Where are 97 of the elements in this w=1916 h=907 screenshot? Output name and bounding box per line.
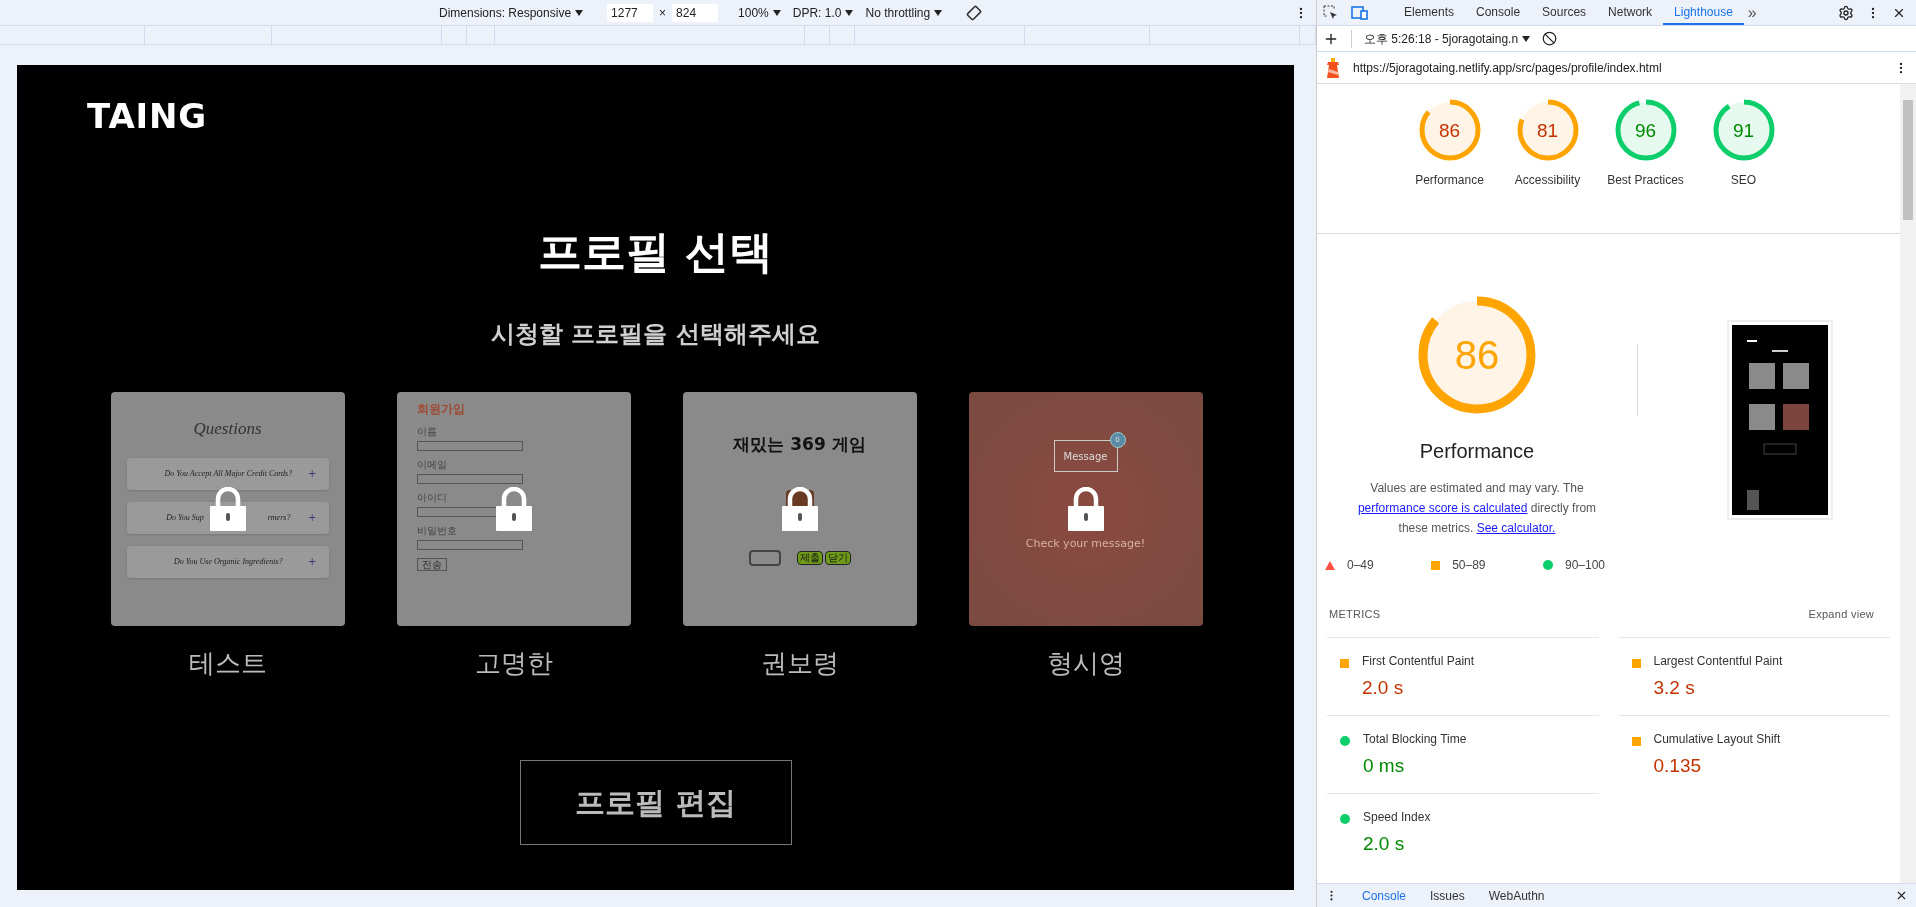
score-label: Accessibility	[1513, 172, 1582, 189]
clear-icon[interactable]	[1542, 31, 1558, 46]
profile-card[interactable]: Questions Do You Accept All Major Credit Cards? + Do You Sup rmers? + Do You Use Organic Ingredients? +	[110, 392, 345, 626]
legend-label: 50–89	[1452, 557, 1486, 574]
device-toolbar-icon[interactable]	[1351, 4, 1369, 21]
caret-icon	[845, 9, 854, 16]
profile-card[interactable]: 재밌는 369 게임 제출 닫기	[682, 392, 917, 626]
question-text: Do You Use Organic Ingredients?	[174, 555, 283, 568]
metric-name: First Contentful Paint	[1362, 652, 1475, 670]
page-subtitle: 시청할 프로필을 선택해주세요	[491, 319, 820, 350]
scrollbar[interactable]	[1900, 84, 1916, 883]
legend-label: 0–49	[1347, 557, 1374, 574]
lock-icon	[1067, 487, 1104, 531]
metric-name: Largest Contentful Paint	[1653, 652, 1783, 670]
metric-name: Speed Index	[1363, 808, 1431, 826]
settings-icon[interactable]	[1838, 4, 1854, 21]
score-value: 86	[1438, 120, 1461, 140]
metric-value: 0 ms	[1363, 753, 1406, 778]
drawer-tab[interactable]: Issues	[1430, 886, 1465, 905]
plus-sign: +	[308, 555, 317, 569]
question-text: rmers?	[267, 511, 291, 524]
plus-sign: +	[308, 467, 317, 481]
metric-value: 2.0 s	[1363, 831, 1406, 856]
metric-value: 0.135	[1653, 753, 1703, 778]
caret-icon	[1522, 35, 1531, 42]
lock-icon	[781, 487, 818, 531]
lighthouse-icon	[1325, 56, 1341, 79]
times-sign: ×	[659, 4, 667, 22]
score-value: 81	[1536, 120, 1559, 140]
height-field[interactable]: 824	[672, 3, 719, 22]
message-text: Check your message!	[1025, 536, 1146, 552]
devtools-tab[interactable]: Sources	[1531, 0, 1598, 25]
input-field	[748, 549, 781, 566]
score-gauge	[1417, 98, 1482, 162]
metric-value: 3.2 s	[1653, 675, 1696, 700]
logo: TAING	[87, 99, 208, 133]
caret-icon	[934, 9, 943, 16]
score-note: Values are estimated and may vary. The performance score is calculated directly from these metrics. See calculator.	[1356, 480, 1598, 537]
score-value: 96	[1634, 120, 1657, 140]
question-text: Do You Accept All Major Credit Cards?	[164, 467, 293, 480]
game-button: 닫기	[824, 550, 851, 565]
close-icon[interactable]	[1895, 889, 1908, 902]
caret-icon	[575, 9, 584, 16]
submit-button: 전송	[416, 558, 447, 571]
score-label: Performance	[1414, 172, 1485, 189]
zoom-dropdown[interactable]: 100%	[738, 3, 781, 22]
throttling-dropdown[interactable]: No throttling	[865, 3, 943, 22]
field-label: 비밀번호	[416, 525, 458, 536]
lock-icon	[209, 487, 246, 531]
more-tabs-button[interactable]: »	[1743, 0, 1761, 25]
rotate-icon[interactable]	[966, 4, 983, 21]
legend-label: 90–100	[1564, 557, 1605, 574]
dpr-dropdown[interactable]: DPR: 1.0	[792, 3, 854, 22]
field-label: 이메일	[416, 459, 448, 470]
lock-icon	[495, 487, 532, 531]
devtools-tab[interactable]: Elements	[1393, 0, 1466, 25]
profile-name: 형시영	[1046, 647, 1125, 680]
question-text: Do You Sup	[166, 511, 204, 524]
metric-value: 2.0 s	[1362, 675, 1405, 700]
plus-sign: +	[308, 511, 317, 525]
score-label: SEO	[1729, 172, 1758, 189]
score-gauge	[1613, 98, 1678, 162]
metric-name: Cumulative Layout Shift	[1653, 730, 1781, 748]
score-value: 91	[1732, 120, 1755, 140]
preview-heading: 재밌는 369 게임	[733, 433, 866, 456]
score-label: Best Practices	[1606, 172, 1685, 189]
field-label: 이름	[416, 426, 438, 437]
profile-name: 테스트	[188, 647, 267, 680]
width-field[interactable]: 1277	[607, 3, 654, 22]
score-gauge	[1711, 98, 1776, 162]
devtools-tab[interactable]: Network	[1597, 0, 1664, 25]
edit-profile-button[interactable]: 프로필 편집	[519, 760, 792, 845]
page-title: 프로필 선택	[537, 225, 774, 279]
dimensions-dropdown[interactable]: Dimensions: Responsive	[439, 3, 584, 22]
game-button: 제출	[796, 550, 823, 565]
caret-icon	[772, 9, 781, 16]
expand-view-link[interactable]: Expand view	[1808, 606, 1874, 623]
score-value: 86	[1454, 335, 1500, 375]
profile-name: 권보령	[760, 647, 839, 680]
report-url: https://5joragotaing.netlify.app/src/pages/profile/index.html	[1353, 59, 1663, 77]
field-label: 아이디	[416, 492, 448, 503]
score-calculation-link[interactable]: performance score is calculated	[1357, 501, 1528, 515]
calculator-link[interactable]: See calculator.	[1476, 521, 1556, 535]
metrics-heading: METRICS	[1329, 607, 1381, 622]
preview-heading: Questions	[193, 418, 262, 440]
score-gauge	[1515, 98, 1580, 162]
profile-card[interactable]: 회원가입 이름 이메일 아이디 비밀번호 전송	[396, 392, 631, 626]
devtools-tab[interactable]: Console	[1465, 0, 1532, 25]
preview-heading: 회원가입	[416, 401, 465, 418]
profile-name: 고명한	[474, 647, 553, 680]
devtools-tab[interactable]: Lighthouse	[1663, 0, 1744, 25]
inspect-icon[interactable]	[1323, 4, 1339, 21]
drawer-tab[interactable]: WebAuthn	[1488, 886, 1545, 905]
report-dropdown[interactable]: 오후 5:26:18 - 5joragotaing.n	[1351, 29, 1531, 48]
drawer-tab[interactable]: Console	[1362, 886, 1407, 905]
metric-name: Total Blocking Time	[1363, 730, 1467, 748]
category-title: Performance	[1419, 439, 1535, 464]
